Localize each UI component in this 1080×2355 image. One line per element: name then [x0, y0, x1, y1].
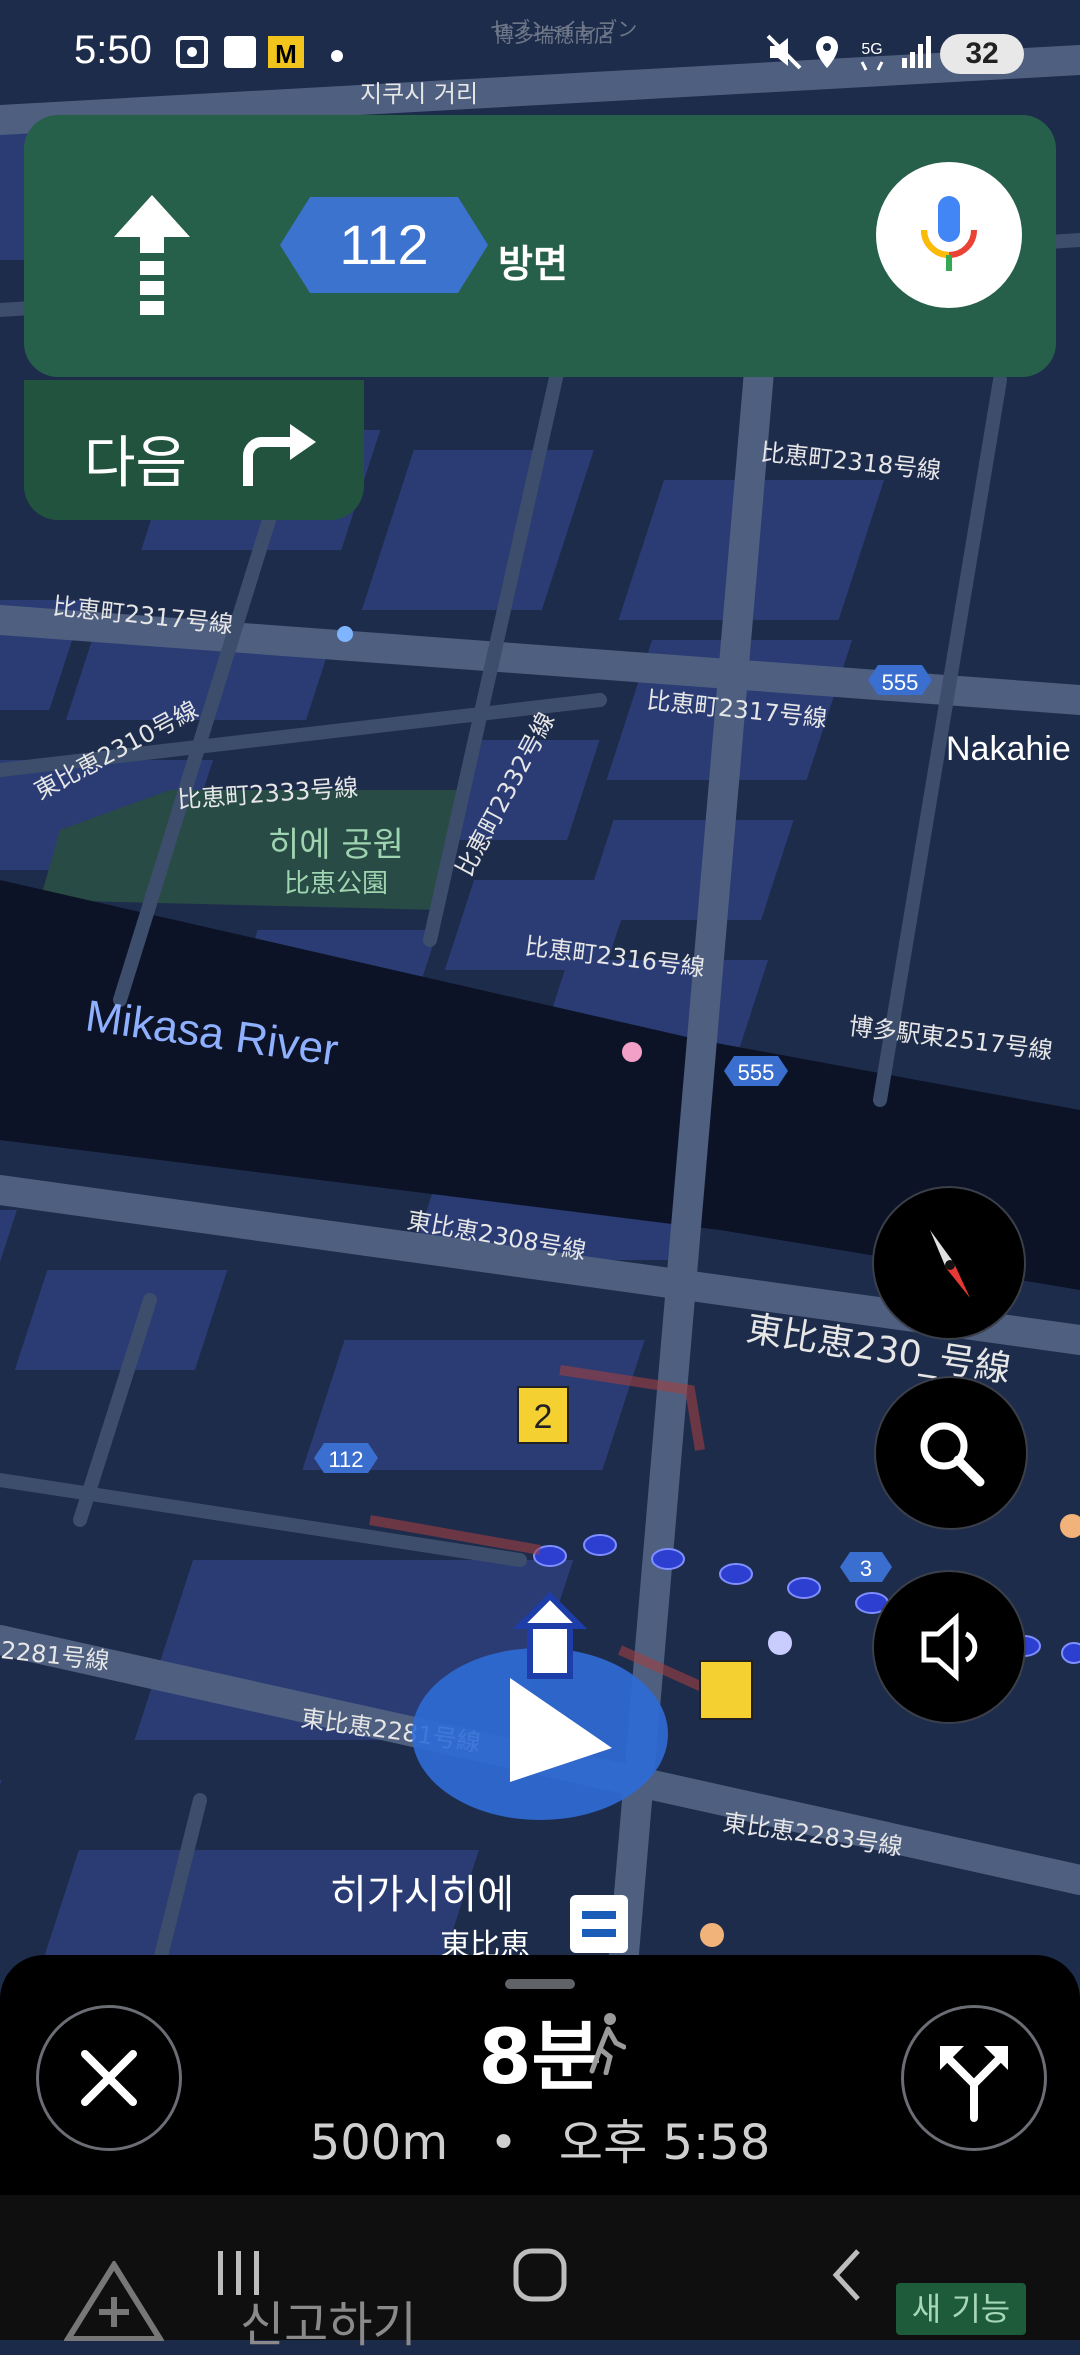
route-shield-112: 112	[314, 1443, 378, 1473]
notification-dot-icon	[331, 50, 343, 62]
area-label: Nakahie	[946, 730, 1071, 768]
pay-app-icon	[224, 36, 256, 68]
separator: •	[489, 2115, 518, 2171]
straight-arrow-icon	[114, 195, 190, 315]
turn-right-icon	[243, 424, 316, 486]
svg-text:5G: 5G	[861, 41, 882, 58]
recent-apps-icon[interactable]	[214, 2243, 264, 2303]
route-shield-555: 555	[868, 665, 932, 695]
station-label: 히가시히에	[330, 1872, 514, 1918]
voice-search-button[interactable]	[876, 162, 1022, 308]
status-time: 5:50	[74, 28, 152, 72]
direction-label: 방면	[498, 242, 568, 286]
svg-text:2: 2	[534, 1398, 553, 1436]
svg-text:555: 555	[882, 670, 919, 695]
mute-icon	[766, 34, 802, 70]
svg-text:3: 3	[860, 1556, 872, 1581]
battery-indicator: 32	[940, 34, 1024, 74]
route-112-badge: 112	[280, 197, 488, 293]
m-app-icon: M	[268, 36, 304, 69]
signal-icon	[902, 36, 931, 68]
search-icon	[920, 1422, 985, 1487]
5g-icon: 5G	[860, 41, 884, 71]
exit-marker-2: 2	[517, 1386, 569, 1444]
next-label: 다음	[84, 431, 188, 496]
volume-icon	[921, 1612, 978, 1682]
compass-icon	[930, 1230, 970, 1298]
search-along-route-button[interactable]	[874, 1376, 1028, 1530]
park-label-jp: 比恵公園	[284, 869, 388, 899]
status-bar: 5:50 M 5G 32	[0, 0, 1080, 110]
trip-distance: 500m	[309, 2115, 449, 2171]
back-icon[interactable]	[826, 2245, 866, 2305]
trip-summary-panel[interactable]: 8분 500m • 오후 5:58	[0, 1955, 1080, 2195]
next-turn-card[interactable]: 다음	[24, 380, 364, 520]
new-feature-badge: 새 기능	[896, 2283, 1026, 2335]
alternate-routes-button[interactable]	[901, 2005, 1047, 2151]
sound-button[interactable]	[872, 1570, 1026, 1724]
route-shield-555: 555	[724, 1056, 788, 1086]
home-icon[interactable]	[512, 2247, 568, 2303]
route-fork-icon	[940, 2046, 1008, 2122]
report-label[interactable]: 신고하기	[240, 2285, 417, 2355]
arrival-time: 오후 5:58	[558, 2115, 771, 2171]
exit-marker-4	[699, 1660, 753, 1720]
report-warning-icon[interactable]	[64, 2261, 164, 2341]
screenshot-icon	[176, 36, 208, 68]
svg-text:M: M	[275, 39, 297, 69]
walking-icon	[589, 2013, 626, 2075]
drag-handle[interactable]	[505, 1979, 575, 1989]
subway-station-icon	[570, 1895, 628, 1953]
svg-text:112: 112	[328, 1447, 363, 1472]
park-label: 히에 공원	[268, 825, 404, 865]
compass-button[interactable]	[872, 1186, 1026, 1340]
microphone-icon	[921, 196, 977, 271]
system-navigation-bar: 신고하기 새 기능	[0, 2195, 1080, 2353]
location-icon	[816, 36, 838, 68]
svg-text:555: 555	[738, 1060, 775, 1085]
